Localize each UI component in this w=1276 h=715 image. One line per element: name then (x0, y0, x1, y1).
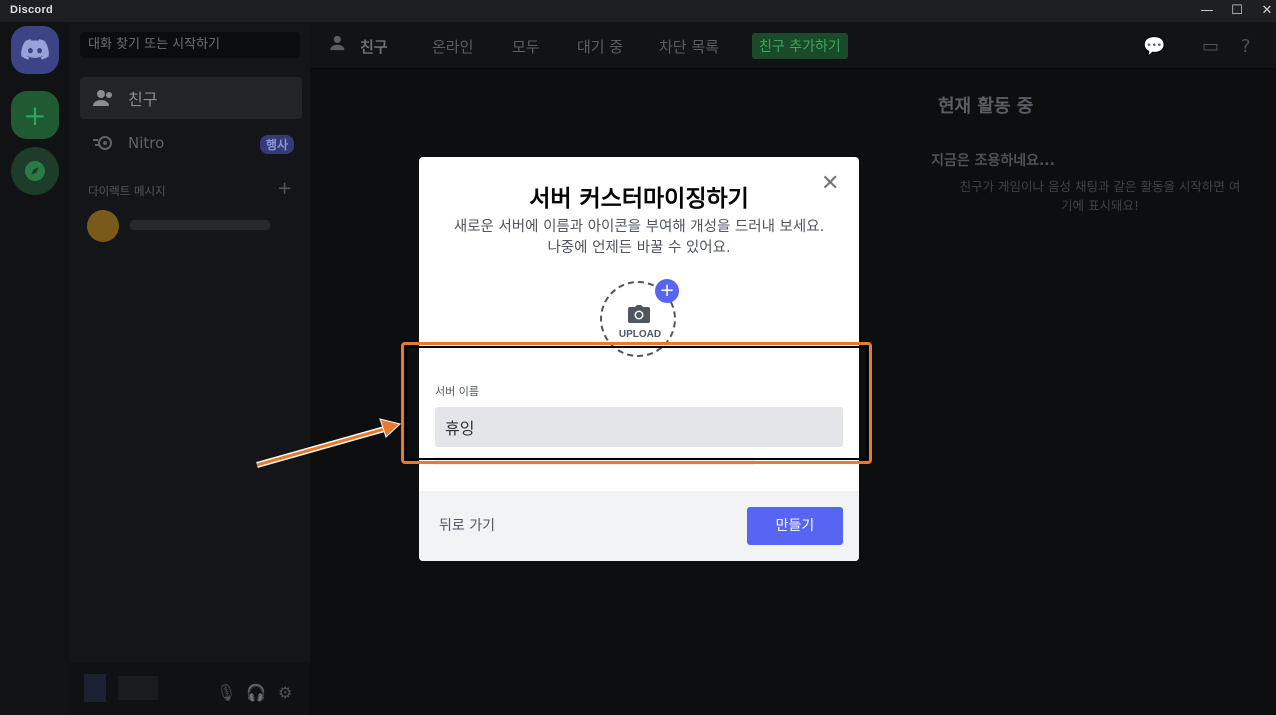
page-title: 친구 (360, 38, 388, 56)
friends-icon (330, 35, 350, 56)
friends-icon (92, 89, 116, 107)
microphone-icon[interactable]: 🎙 (216, 683, 236, 702)
tab-blocked[interactable]: 차단 목록 (659, 36, 719, 57)
sidebar-item-friends[interactable]: 친구 (80, 77, 302, 119)
avatar[interactable] (87, 210, 119, 242)
modal-description: 새로운 서버에 이름과 아이콘을 부여해 개성을 드러내 보세요. 나중에 언제… (453, 219, 825, 256)
tab-pending[interactable]: 대기 중 (577, 36, 623, 57)
minimize-button[interactable]: — (1192, 1, 1222, 21)
back-button[interactable]: 뒤로 가기 (439, 515, 495, 535)
gear-icon[interactable]: ⚙ (278, 683, 292, 702)
username-blur (118, 676, 158, 700)
headphones-icon[interactable]: 🎧 (246, 683, 266, 702)
conversation-search-button[interactable]: 대화 찾기 또는 시작하기 (80, 32, 300, 58)
create-button[interactable]: 만들기 (747, 507, 843, 545)
tab-all[interactable]: 모두 (512, 36, 540, 57)
create-dm-button[interactable]: + (277, 178, 292, 199)
title-bar: Discord — ☐ ✕ (0, 0, 1276, 22)
app-name: Discord (10, 4, 54, 16)
inbox-icon[interactable]: ▭ (1202, 36, 1219, 57)
nitro-icon (92, 135, 116, 151)
dm-item-name[interactable] (130, 220, 270, 230)
help-icon[interactable]: ? (1241, 36, 1251, 57)
direct-messages-header: 다이렉트 메시지 (88, 184, 166, 198)
quiet-description: 친구가 게임이나 음성 채팅과 같은 활동을 시작하면 여기에 표시돼요! (959, 179, 1241, 213)
plus-icon: + (23, 98, 47, 132)
tab-online[interactable]: 온라인 (432, 36, 473, 57)
discord-logo-icon (21, 39, 49, 60)
event-badge: 행사 (259, 135, 294, 154)
nitro-label: Nitro (128, 134, 165, 152)
quiet-title: 지금은 조용하네요... (931, 153, 1055, 169)
camera-icon (628, 305, 650, 323)
highlight-box-inner (405, 346, 868, 460)
active-now-title: 현재 활동 중 (938, 96, 1034, 117)
modal-title: 서버 커스터마이징하기 (529, 186, 749, 212)
avatar[interactable] (84, 674, 106, 702)
upload-label: UPLOAD (618, 329, 662, 340)
modal-footer: 뒤로 가기 만들기 (419, 491, 859, 561)
compass-icon (25, 161, 45, 181)
add-server-button[interactable]: + (11, 91, 59, 139)
sidebar-item-nitro[interactable]: Nitro 행사 (80, 122, 302, 164)
home-button[interactable] (11, 26, 59, 74)
user-panel (70, 662, 310, 715)
server-rail: + (0, 22, 70, 715)
friends-label: 친구 (128, 90, 158, 109)
explore-servers-button[interactable] (11, 147, 59, 195)
plus-icon[interactable]: + (655, 279, 679, 303)
maximize-button[interactable]: ☐ (1222, 1, 1252, 21)
close-window-button[interactable]: ✕ (1252, 1, 1276, 21)
add-friend-button[interactable]: 친구 추가하기 (752, 33, 848, 59)
new-group-dm-icon[interactable]: 💬 (1143, 36, 1165, 57)
